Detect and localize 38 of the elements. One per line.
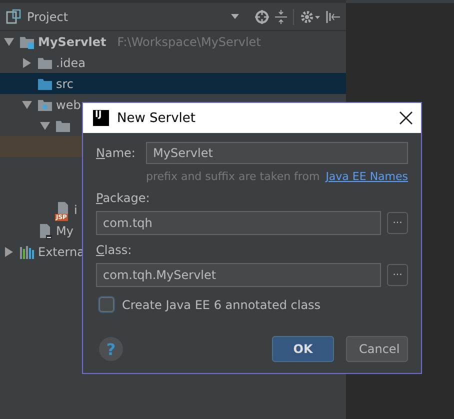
checkbox-label[interactable]: Create Java EE 6 annotated class (122, 298, 321, 312)
expanded-arrow-icon[interactable] (40, 120, 50, 130)
input-field[interactable]: com.tqh.MyServlet (96, 263, 381, 287)
libraries-icon (19, 244, 35, 260)
hint-text: prefix and suffix are taken from (146, 170, 320, 183)
field-label: Class: (96, 243, 133, 257)
input-field[interactable]: MyServlet (146, 142, 408, 164)
field-label: Package: (96, 191, 151, 205)
hide-panel-icon[interactable] (326, 10, 340, 24)
locate-icon[interactable] (255, 10, 269, 24)
dialog-title: New Servlet (117, 110, 196, 126)
settings-icon[interactable] (300, 10, 320, 24)
collapsed-arrow-icon[interactable] (22, 58, 32, 68)
ok-button[interactable]: OK (272, 336, 334, 362)
cancel-button[interactable]: Cancel (346, 336, 408, 362)
expanded-arrow-icon[interactable] (4, 36, 14, 46)
project-path: F:\Workspace\MyServlet (117, 34, 261, 48)
file-icon (37, 222, 53, 238)
project-view-icon[interactable] (6, 9, 21, 24)
collapse-all-icon[interactable] (275, 10, 287, 24)
close-icon[interactable] (399, 111, 413, 125)
tree-item-label[interactable]: src (56, 76, 74, 90)
checkbox[interactable] (99, 297, 114, 312)
browse-button[interactable]: ... (387, 264, 408, 286)
panel-title[interactable]: Project (27, 10, 68, 24)
tree-item-label[interactable]: MyServlet (38, 34, 106, 48)
collapsed-arrow-icon[interactable] (4, 246, 14, 256)
field-label: Name: (96, 146, 136, 160)
tree-item-label[interactable]: .idea (56, 56, 86, 70)
app-logo: IJ (93, 110, 109, 126)
expanded-arrow-icon[interactable] (22, 100, 32, 110)
tree-item-label[interactable]: My (56, 224, 74, 238)
link[interactable]: Java EE Names (326, 170, 408, 183)
dropdown-caret-icon[interactable] (231, 14, 239, 19)
input-field[interactable]: com.tqh (96, 211, 381, 235)
tree-item-label[interactable]: i (74, 202, 78, 216)
browse-button[interactable]: ... (387, 212, 408, 234)
tree-item-label[interactable]: web (56, 98, 81, 112)
